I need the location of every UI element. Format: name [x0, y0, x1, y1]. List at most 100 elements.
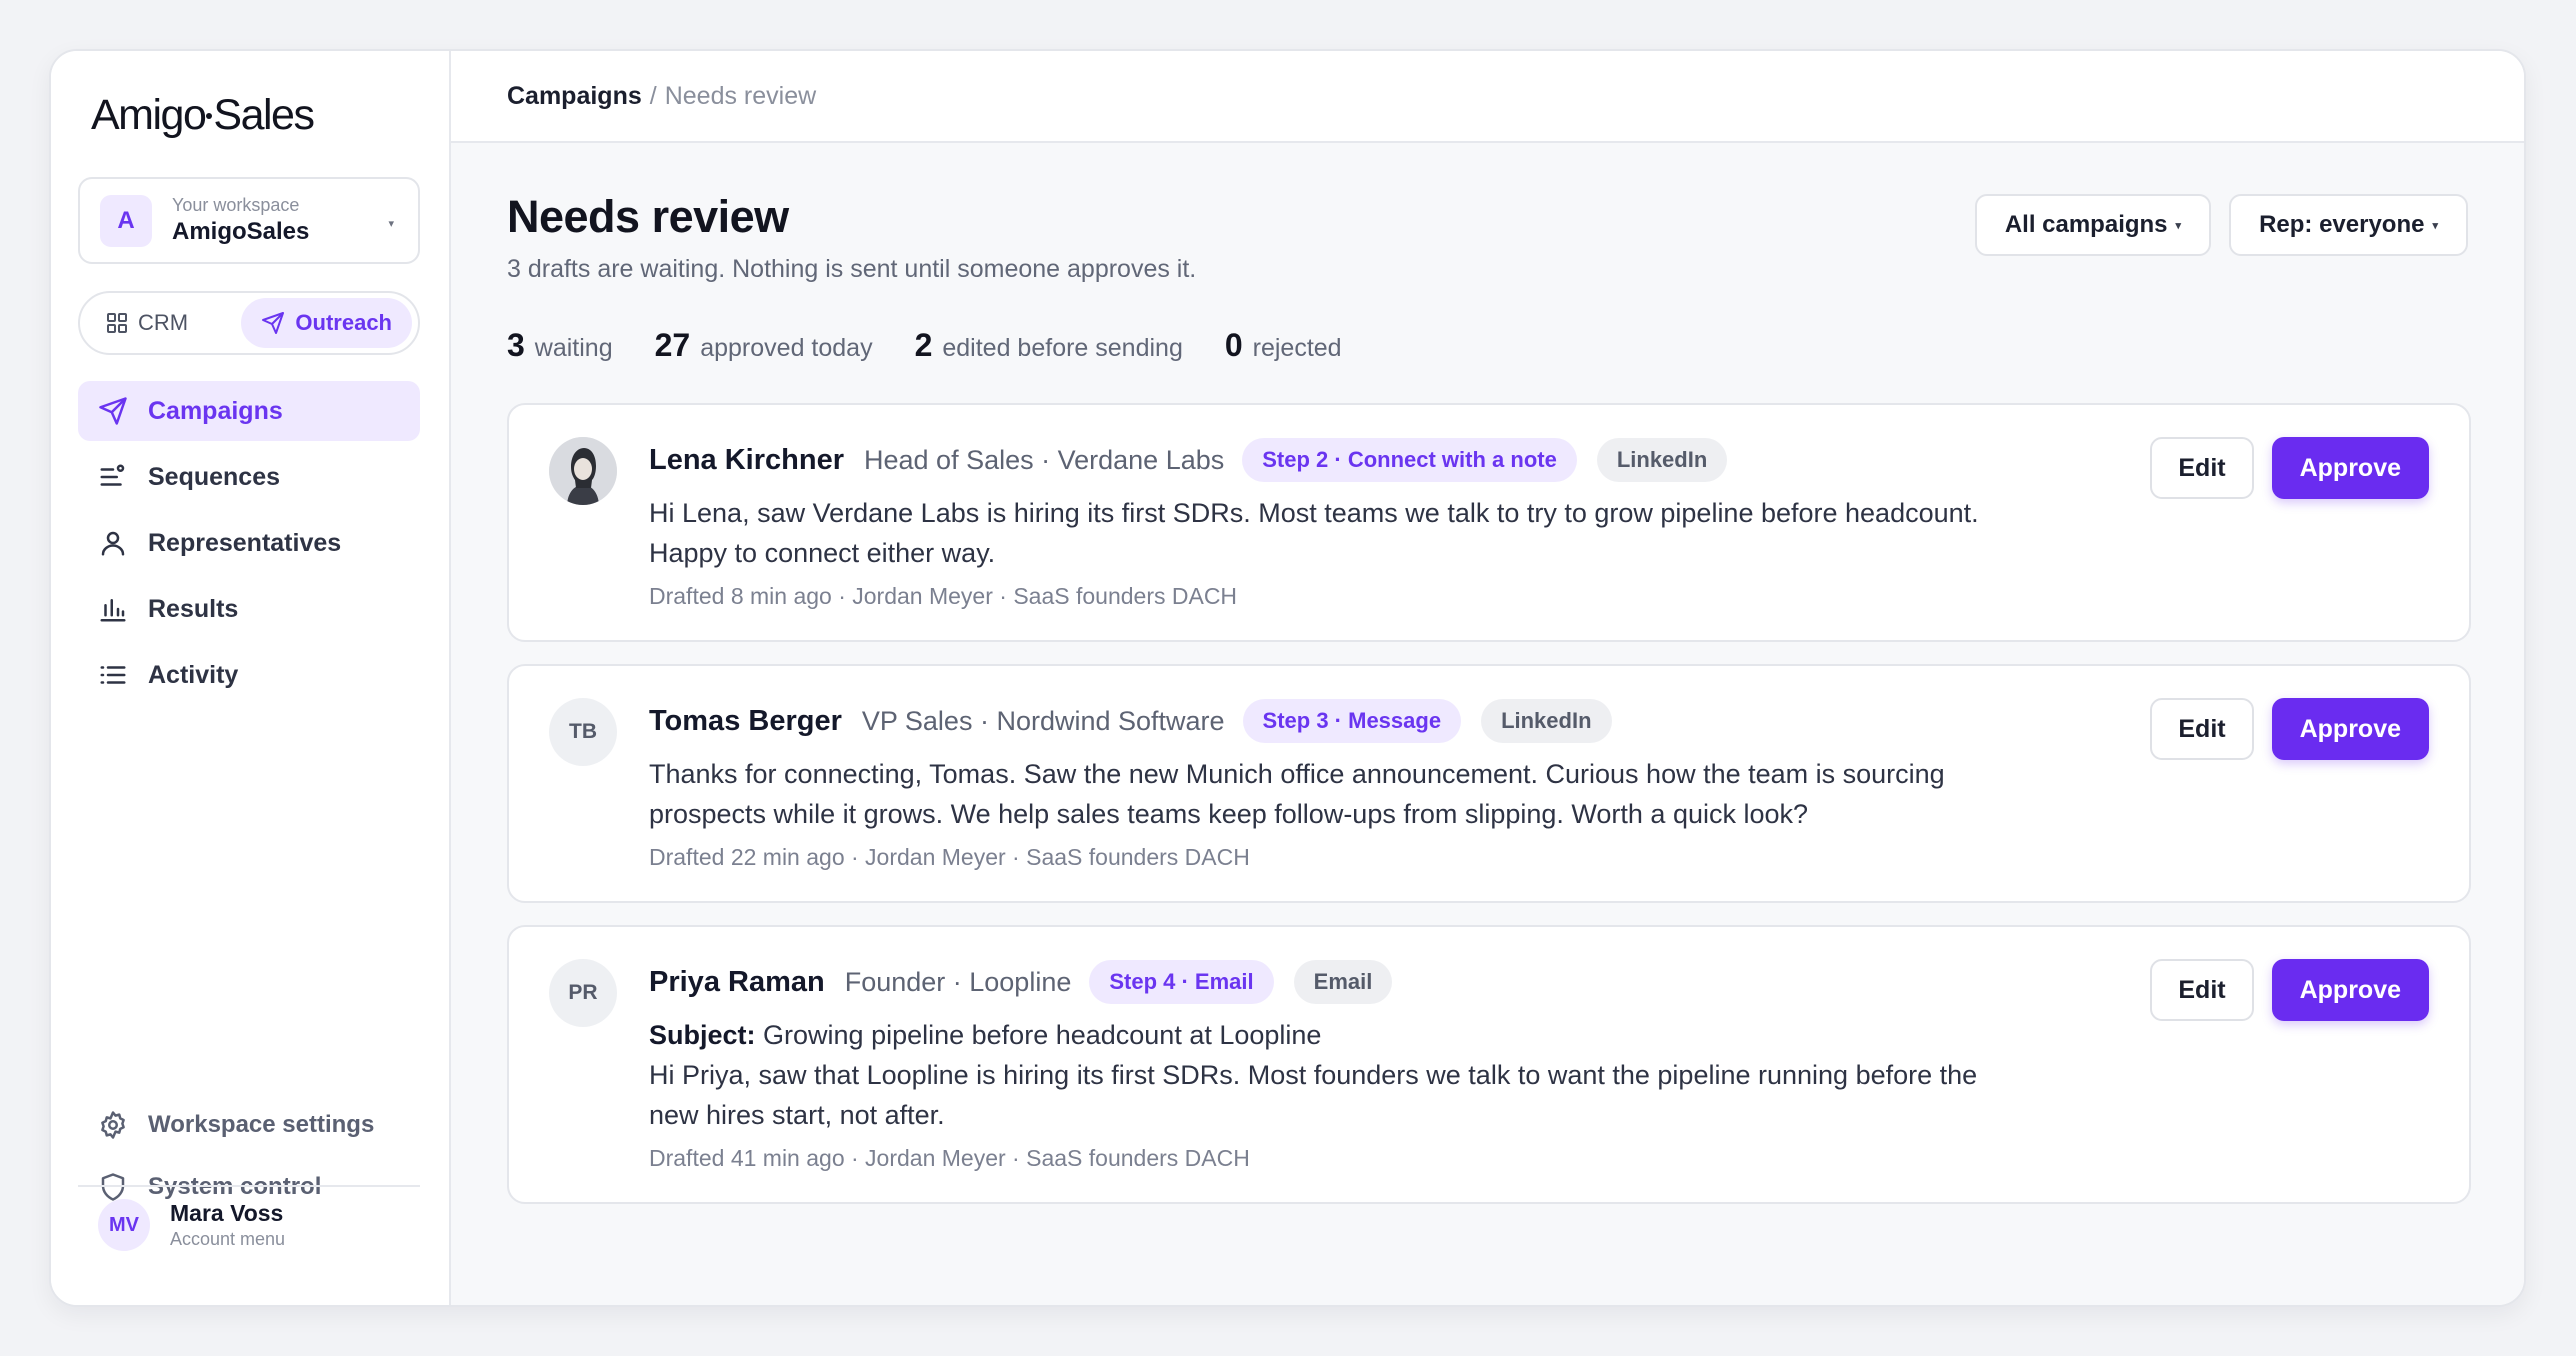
- stat-label: waiting: [534, 334, 613, 362]
- workspace-settings-label: Workspace settings: [148, 1111, 375, 1138]
- stat-number: 27: [654, 327, 691, 363]
- rep-filter-dropdown[interactable]: Rep: everyone ▾: [2229, 194, 2468, 256]
- mode-crm-tab[interactable]: CRM: [86, 298, 208, 348]
- shield-icon: [101, 1173, 125, 1201]
- contact-role: Head of Sales · Verdane Labs: [864, 444, 1225, 475]
- subject-text: Growing pipeline before headcount at Loo…: [763, 1020, 1322, 1050]
- mode-crm-label: CRM: [138, 310, 189, 335]
- stat-edited: 2 edited before sending: [915, 327, 1183, 364]
- workspace-switcher[interactable]: A Your workspace AmigoSales ▾: [78, 177, 420, 264]
- page-subtitle: 3 drafts are waiting. Nothing is sent un…: [507, 255, 1197, 283]
- chevron-down-icon: ▾: [2175, 219, 2182, 232]
- workspace-name: AmigoSales: [172, 218, 310, 245]
- approve-button[interactable]: Approve: [2271, 437, 2429, 499]
- draft-message: Subject: Growing pipeline before headcou…: [649, 1015, 1979, 1135]
- channel-badge: LinkedIn: [1596, 438, 1728, 482]
- stats-row: 3 waiting 27 approved today 2 edited bef…: [507, 327, 1384, 364]
- sequence-icon: [100, 464, 125, 486]
- approve-button[interactable]: Approve: [2271, 959, 2429, 1021]
- edit-button[interactable]: Edit: [2150, 959, 2254, 1021]
- mode-outreach-label: Outreach: [295, 310, 392, 335]
- chevron-down-icon: ▾: [388, 218, 394, 230]
- send-icon: [262, 312, 285, 334]
- profile-photo-icon: [549, 437, 617, 505]
- gear-icon: [101, 1111, 125, 1139]
- nav-item-results[interactable]: Results: [78, 579, 420, 639]
- workspace-avatar: A: [100, 194, 152, 247]
- edit-button[interactable]: Edit: [2150, 698, 2254, 760]
- email-subject: Subject: Growing pipeline before headcou…: [649, 1015, 1979, 1055]
- system-control-label: System control: [148, 1173, 322, 1200]
- bar-chart-icon: [100, 599, 126, 622]
- draft-meta: Drafted 8 min ago · Jordan Meyer · SaaS …: [649, 583, 1238, 609]
- step-badge: Step 3 · Message: [1242, 699, 1462, 743]
- nav-item-label: Representatives: [148, 528, 342, 557]
- stat-number: 3: [507, 327, 525, 363]
- mode-switch: CRM Outreach: [78, 291, 420, 355]
- email-body: Hi Priya, saw that Loopline is hiring it…: [649, 1060, 1978, 1130]
- draft-actions: Edit Approve: [2150, 959, 2429, 1021]
- stat-approved: 27 approved today: [655, 327, 873, 364]
- draft-meta: Drafted 22 min ago · Jordan Meyer · SaaS…: [649, 844, 1250, 870]
- app-window: Amigo Sales A Your workspace AmigoSales ▾…: [49, 49, 2526, 1307]
- step-badge: Step 2 · Connect with a note: [1242, 438, 1577, 482]
- contact-role: VP Sales · Nordwind Software: [861, 705, 1225, 736]
- draft-list: Lena Kirchner Head of Sales · Verdane La…: [507, 403, 2471, 1226]
- sidebar-divider: [78, 1185, 420, 1187]
- main-content: Campaigns / Needs review Needs review 3 …: [451, 51, 2524, 1305]
- user-icon: [101, 531, 125, 556]
- workspace-label: Your workspace: [172, 195, 300, 215]
- avatar: TB: [549, 698, 617, 766]
- avatar: [549, 437, 617, 505]
- nav-item-activity[interactable]: Activity: [78, 645, 420, 705]
- main-nav: Campaigns Sequences Representatives Resu…: [78, 381, 420, 711]
- user-name: Mara Voss: [170, 1200, 284, 1226]
- contact-name[interactable]: Lena Kirchner: [649, 444, 844, 477]
- breadcrumb-campaigns[interactable]: Campaigns: [507, 82, 642, 111]
- list-icon: [100, 666, 126, 684]
- nav-item-sequences[interactable]: Sequences: [78, 447, 420, 507]
- grid-icon: [107, 313, 127, 333]
- logo[interactable]: Amigo Sales: [91, 91, 315, 140]
- avatar: PR: [549, 959, 617, 1027]
- breadcrumb-current: Needs review: [664, 81, 817, 110]
- contact-name[interactable]: Tomas Berger: [649, 705, 842, 738]
- draft-message: Hi Lena, saw Verdane Labs is hiring its …: [649, 498, 1979, 568]
- nav-item-label: Sequences: [148, 462, 281, 491]
- nav-item-label: Results: [148, 594, 239, 623]
- draft-card: PR Priya Raman Founder · Loopline Step 4…: [507, 925, 2471, 1204]
- breadcrumb-separator: /: [649, 81, 657, 110]
- draft-card: Lena Kirchner Head of Sales · Verdane La…: [507, 403, 2471, 642]
- page-title: Needs review: [507, 191, 789, 242]
- avatar: MV: [98, 1199, 150, 1251]
- workspace-settings-link[interactable]: Workspace settings: [78, 1097, 420, 1153]
- approve-button[interactable]: Approve: [2271, 698, 2429, 760]
- rep-filter-label: Rep: everyone: [2259, 211, 2425, 238]
- nav-item-representatives[interactable]: Representatives: [78, 513, 420, 573]
- subject-label: Subject:: [649, 1020, 756, 1050]
- mode-outreach-tab[interactable]: Outreach: [241, 298, 412, 348]
- stat-label: rejected: [1252, 334, 1342, 362]
- contact-role: Founder · Loopline: [844, 966, 1072, 997]
- nav-item-label: Activity: [148, 660, 239, 689]
- stat-label: approved today: [700, 334, 873, 362]
- user-sub: Account menu: [170, 1229, 286, 1249]
- chevron-down-icon: ▾: [2432, 219, 2438, 232]
- draft-message: Thanks for connecting, Tomas. Saw the ne…: [649, 759, 1945, 829]
- contact-name[interactable]: Priya Raman: [649, 966, 825, 999]
- sidebar: Amigo Sales A Your workspace AmigoSales ▾…: [51, 51, 451, 1305]
- campaign-filter-dropdown[interactable]: All campaigns ▾: [1974, 194, 2212, 256]
- channel-badge: LinkedIn: [1481, 699, 1612, 743]
- account-menu[interactable]: MV Mara Voss Account menu: [98, 1199, 285, 1251]
- edit-button[interactable]: Edit: [2150, 437, 2254, 499]
- stat-number: 0: [1224, 327, 1243, 363]
- draft-meta: Drafted 41 min ago · Jordan Meyer · SaaS…: [649, 1145, 1250, 1171]
- stat-waiting: 3 waiting: [507, 327, 613, 364]
- stat-number: 2: [914, 327, 933, 363]
- draft-actions: Edit Approve: [2150, 698, 2429, 760]
- channel-badge: Email: [1293, 960, 1393, 1004]
- draft-card: TB Tomas Berger VP Sales · Nordwind Soft…: [507, 664, 2471, 903]
- campaign-filter-label: All campaigns: [2004, 211, 2168, 238]
- nav-item-campaigns[interactable]: Campaigns: [78, 381, 420, 441]
- send-icon: [99, 397, 127, 425]
